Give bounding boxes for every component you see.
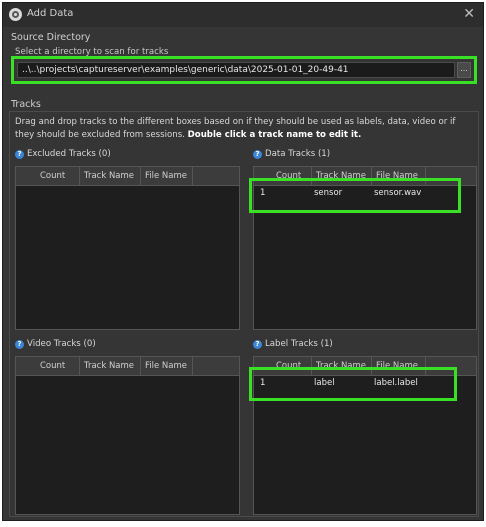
video-tracks-label: ? Video Tracks (0) — [15, 339, 96, 349]
help-icon[interactable]: ? — [15, 339, 24, 349]
video-tracks-title: Video Tracks (0) — [27, 339, 96, 349]
label-row-highlight — [249, 367, 457, 401]
data-tracks-label: ? Data Tracks (1) — [253, 149, 330, 159]
column-count[interactable]: Count — [36, 167, 80, 185]
directory-path-input[interactable] — [17, 62, 455, 78]
app-logo-icon — [9, 8, 22, 21]
excluded-tracks-table[interactable]: Count Track Name File Name — [15, 166, 240, 330]
help-icon[interactable]: ? — [15, 149, 24, 159]
instructions-bold-text: Double click a track name to edit it. — [187, 130, 362, 140]
source-directory-heading: Source Directory — [11, 32, 91, 43]
help-icon[interactable]: ? — [253, 149, 262, 159]
column-track-name[interactable]: Track Name — [80, 167, 141, 185]
table-header: Count Track Name File Name — [16, 167, 239, 186]
column-track-name[interactable]: Track Name — [80, 357, 141, 375]
add-data-window: Add Data ✕ Source Directory Select a dir… — [2, 2, 484, 521]
data-tracks-title: Data Tracks (1) — [265, 149, 331, 159]
close-icon[interactable]: ✕ — [463, 6, 475, 22]
label-tracks-label: ? Label Tracks (1) — [253, 339, 333, 349]
column-count[interactable]: Count — [36, 357, 80, 375]
label-tracks-title: Label Tracks (1) — [265, 339, 333, 349]
table-header: Count Track Name File Name — [16, 357, 239, 376]
data-row-highlight — [249, 178, 461, 213]
excluded-tracks-title: Excluded Tracks (0) — [27, 149, 111, 159]
help-icon[interactable]: ? — [253, 339, 262, 349]
source-directory-highlight: ... — [11, 56, 477, 84]
browse-button[interactable]: ... — [457, 62, 471, 78]
tracks-heading: Tracks — [11, 99, 41, 110]
video-tracks-table[interactable]: Count Track Name File Name — [15, 356, 240, 515]
window-title: Add Data — [27, 8, 74, 19]
excluded-tracks-label: ? Excluded Tracks (0) — [15, 149, 111, 159]
title-bar: Add Data ✕ — [3, 3, 483, 27]
column-file-name[interactable]: File Name — [141, 357, 193, 375]
tracks-instructions: Drag and drop tracks to the different bo… — [15, 116, 475, 142]
column-file-name[interactable]: File Name — [141, 167, 193, 185]
